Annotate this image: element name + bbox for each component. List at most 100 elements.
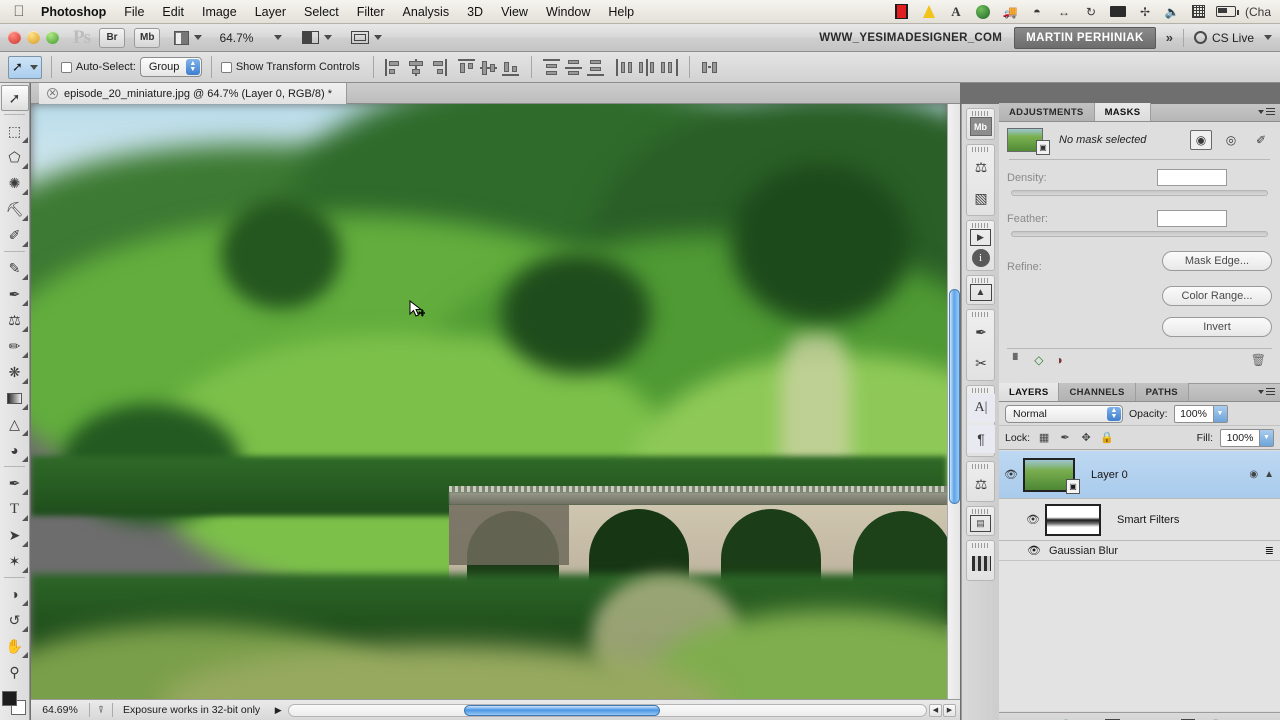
distribute-horizontal-centers-button[interactable] xyxy=(638,58,656,76)
lock-position-icon[interactable]: ✥ xyxy=(1079,431,1093,445)
tool-presets-panel-icon[interactable]: ✂ xyxy=(967,349,995,377)
pixel-mask-button[interactable]: ◉ xyxy=(1190,130,1212,150)
arrange-documents-button[interactable] xyxy=(297,28,337,48)
status-zoom-value[interactable]: 64.69% xyxy=(31,704,89,716)
tool-healing-brush-tool[interactable]: ✎ xyxy=(1,255,29,281)
fill-field[interactable]: 100% ▼ xyxy=(1220,428,1274,447)
document-tab[interactable]: ✕ episode_20_miniature.jpg @ 64.7% (Laye… xyxy=(39,83,347,104)
filter-row-gaussian-blur[interactable]: 👁 Gaussian Blur ≣ xyxy=(999,541,1280,561)
filter-name[interactable]: Gaussian Blur xyxy=(1049,545,1118,557)
align-bottom-edges-button[interactable] xyxy=(501,59,520,76)
canvas-vertical-scrollbar[interactable] xyxy=(947,104,960,699)
smart-filters-visibility-icon[interactable]: 👁 xyxy=(1021,513,1045,526)
horizontal-scrollbar-thumb[interactable] xyxy=(464,704,661,716)
menu-item-select[interactable]: Select xyxy=(295,0,348,24)
mini-bridge-panel-icon[interactable]: Mb xyxy=(969,117,992,136)
close-icon[interactable]: ✕ xyxy=(47,88,58,99)
current-tool-preset-picker[interactable]: ➚ xyxy=(8,55,42,79)
tab-channels[interactable]: CHANNELS xyxy=(1059,383,1136,401)
tab-masks[interactable]: MASKS xyxy=(1094,103,1152,121)
color-panel-icon[interactable]: ⚖ xyxy=(967,153,995,181)
tool-move-tool[interactable]: ➚ xyxy=(0,85,29,111)
distribute-top-edges-button[interactable] xyxy=(542,58,561,76)
triangle-icon[interactable] xyxy=(916,0,942,24)
expand-collapse-icon[interactable]: ▲ xyxy=(1264,469,1274,480)
tool-hand-tool[interactable]: ✋ xyxy=(1,633,29,659)
filter-visibility-icon[interactable]: 👁 xyxy=(1027,544,1041,557)
menu-item-layer[interactable]: Layer xyxy=(246,0,295,24)
green-orb-icon[interactable] xyxy=(970,0,996,24)
lock-all-icon[interactable]: 🔒 xyxy=(1100,431,1114,445)
layer-comps-panel-icon[interactable]: ▤ xyxy=(970,515,991,532)
menu-item-file[interactable]: File xyxy=(115,0,153,24)
display-icon[interactable] xyxy=(1105,0,1131,24)
overflow-chevron-icon[interactable]: » xyxy=(1156,30,1183,45)
battery-icon[interactable] xyxy=(1213,0,1239,24)
delete-mask-icon[interactable]: 🗑 xyxy=(1251,353,1266,367)
actions-panel-icon[interactable]: ▶ xyxy=(970,229,991,246)
panel-menu-button[interactable] xyxy=(1258,108,1275,115)
menu-item-window[interactable]: Window xyxy=(537,0,599,24)
grid-icon[interactable] xyxy=(1186,0,1212,24)
tool-zoom-tool[interactable]: ⚲ xyxy=(1,659,29,685)
document-info-icon[interactable]: ⍒ xyxy=(90,705,112,716)
scroll-right-button[interactable]: ▶ xyxy=(943,703,956,717)
add-mask-button[interactable]: ✐ xyxy=(1250,130,1272,150)
color-range-button[interactable]: Color Range... xyxy=(1162,286,1272,306)
tool-3d-object-rotate-tool[interactable]: ◑ xyxy=(1,581,29,607)
tool-pen-tool[interactable]: ✒ xyxy=(1,470,29,496)
menu-item-help[interactable]: Help xyxy=(599,0,643,24)
distribute-vertical-centers-button[interactable] xyxy=(564,59,583,76)
canvas-horizontal-scrollbar[interactable] xyxy=(288,703,927,717)
distribute-bottom-edges-button[interactable] xyxy=(586,59,605,76)
drag-grip[interactable] xyxy=(972,111,989,116)
layer-row-layer-0[interactable]: 👁 ▣ Layer 0 ◉ ▲ xyxy=(999,451,1280,499)
vector-mask-button[interactable]: ◎ xyxy=(1220,130,1242,150)
launch-mini-bridge-button[interactable]: Mb xyxy=(134,27,161,48)
drag-grip[interactable] xyxy=(972,543,989,548)
tab-adjustments[interactable]: ADJUSTMENTS xyxy=(999,103,1095,121)
menu-item-3d[interactable]: 3D xyxy=(458,0,492,24)
arrows-icon[interactable]: ↔ xyxy=(1051,0,1077,24)
paragraph-panel-icon[interactable]: ¶ xyxy=(967,425,995,453)
brush-panel-icon[interactable]: ✒ xyxy=(967,318,995,346)
foreground-color-swatch[interactable] xyxy=(1,691,17,706)
time-machine-icon[interactable]: ↻ xyxy=(1078,0,1104,24)
swatches-panel-icon[interactable]: ▧ xyxy=(967,184,995,212)
tool-path-selection-tool[interactable]: ➤ xyxy=(1,522,29,548)
drag-grip[interactable] xyxy=(972,464,989,469)
lock-transparent-pixels-icon[interactable]: ▦ xyxy=(1037,431,1051,445)
drag-grip[interactable] xyxy=(972,147,989,152)
tab-layers[interactable]: LAYERS xyxy=(999,383,1060,401)
tab-paths[interactable]: PATHS xyxy=(1135,383,1189,401)
volume-icon[interactable]: 🔈 xyxy=(1159,0,1185,24)
layer-name[interactable]: Layer 0 xyxy=(1075,469,1249,481)
histogram-panel-icon[interactable]: ▲ xyxy=(969,284,992,301)
tool-brush-tool[interactable]: ✒ xyxy=(1,281,29,307)
apple-logo-icon[interactable]:  xyxy=(6,4,32,19)
cs-live-button[interactable]: CS Live xyxy=(1182,28,1280,47)
distribute-right-edges-button[interactable] xyxy=(660,58,678,76)
minimize-button[interactable] xyxy=(27,31,40,44)
tool-blur-tool[interactable]: △ xyxy=(1,411,29,437)
align-horizontal-centers-button[interactable] xyxy=(407,58,425,76)
align-right-edges-button[interactable] xyxy=(429,58,447,76)
smart-filters-row[interactable]: 👁 Smart Filters xyxy=(999,499,1280,541)
smart-filter-mask-thumbnail[interactable] xyxy=(1045,503,1101,536)
drag-grip[interactable] xyxy=(972,223,989,228)
zoom-window-button[interactable] xyxy=(46,31,59,44)
info-panel-icon[interactable]: i xyxy=(971,249,990,267)
tool-lasso-tool[interactable]: ⬠ xyxy=(1,144,29,170)
tool-crop-tool[interactable]: ⛏ xyxy=(1,196,29,222)
apply-mask-icon[interactable]: ◇ xyxy=(1034,353,1043,367)
show-transform-controls-checkbox[interactable] xyxy=(220,61,232,73)
density-input[interactable] xyxy=(1157,169,1227,186)
launch-bridge-button[interactable]: Br xyxy=(99,27,125,48)
align-top-edges-button[interactable] xyxy=(457,58,476,76)
density-slider[interactable] xyxy=(1011,190,1268,196)
chevron-down-icon[interactable]: ▼ xyxy=(1212,405,1227,422)
tool-dodge-tool[interactable]: ◕ xyxy=(1,437,29,463)
distribute-left-edges-button[interactable] xyxy=(615,58,634,76)
filter-blending-options-icon[interactable]: ≣ xyxy=(1265,544,1280,557)
feather-slider[interactable] xyxy=(1011,231,1268,237)
